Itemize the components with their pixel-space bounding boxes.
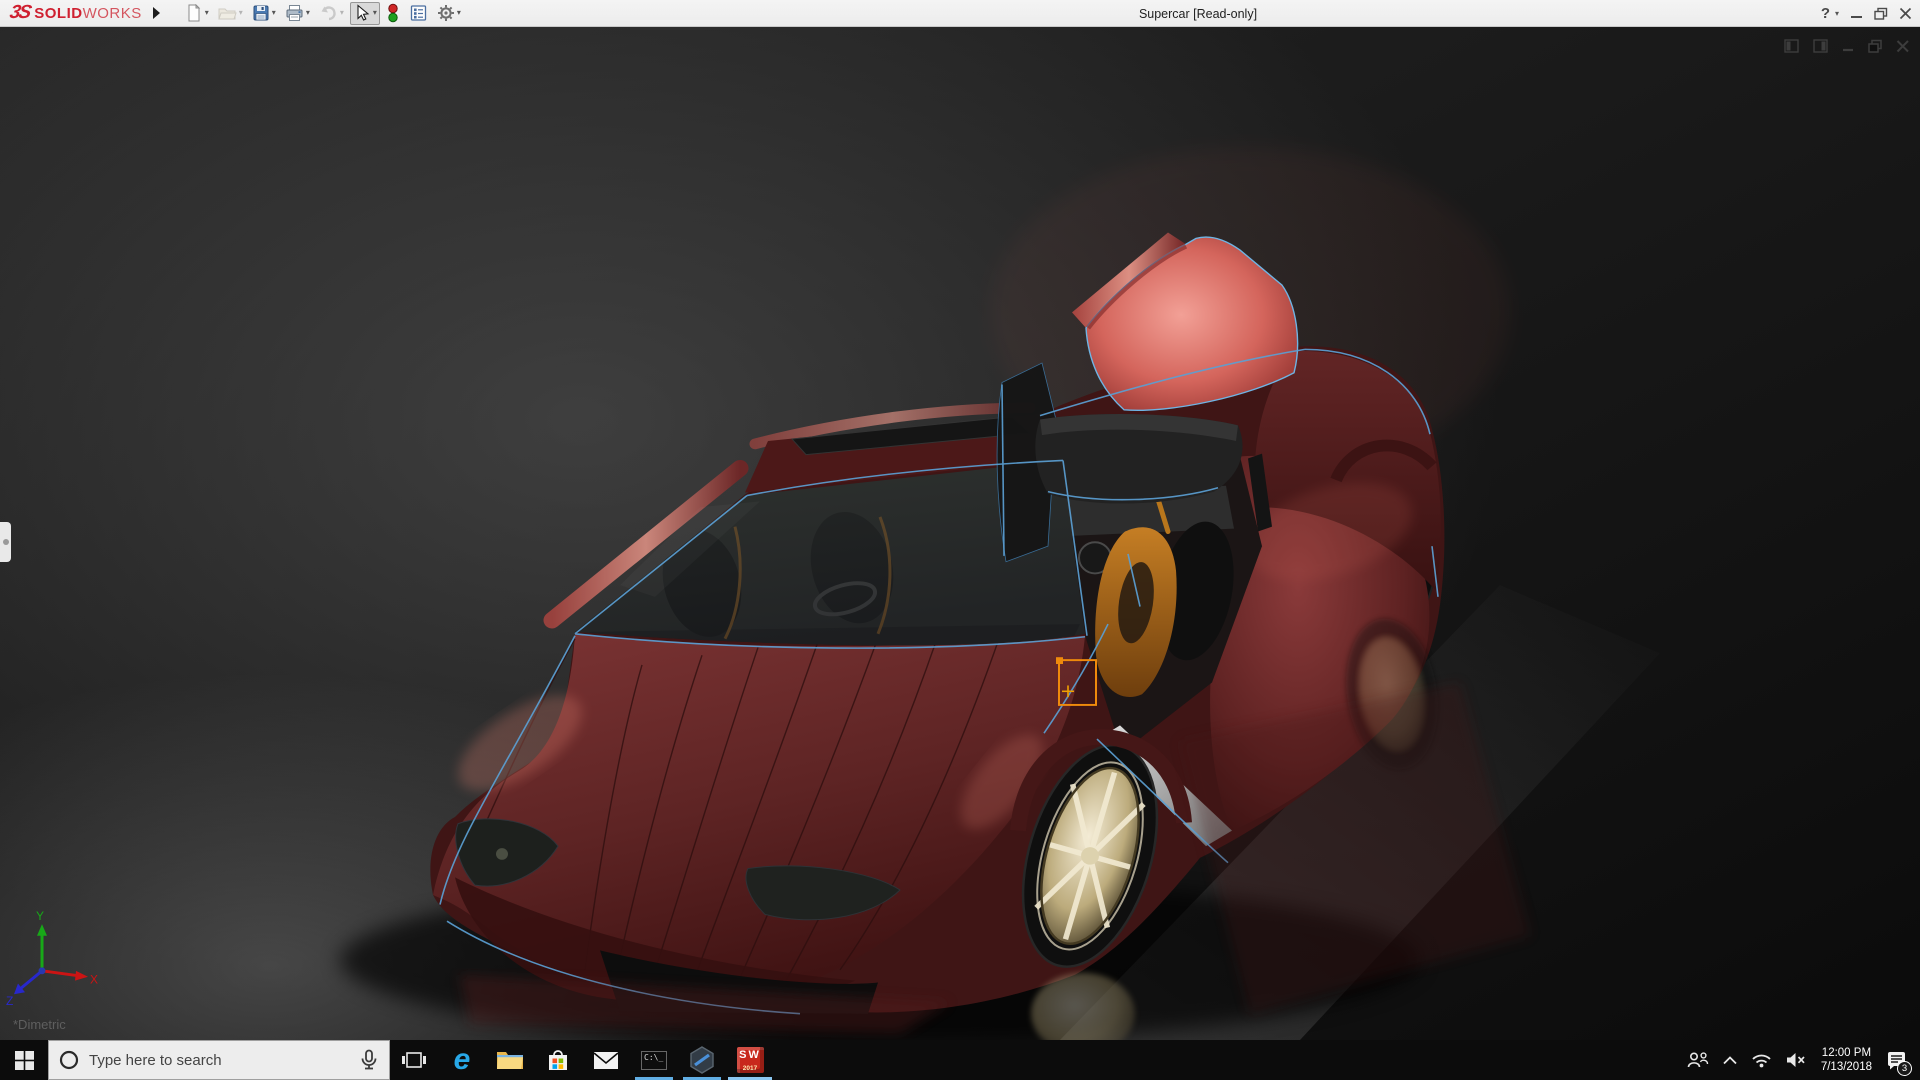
new-dropdown-caret[interactable]: ▾: [205, 9, 209, 17]
select-cursor-icon: [353, 4, 371, 22]
taskbar-edrawings[interactable]: [678, 1040, 726, 1080]
windows-logo-icon: [15, 1051, 34, 1070]
menu-expand-button[interactable]: [148, 4, 164, 22]
edge-icon: e: [454, 1045, 471, 1075]
action-center-button[interactable]: 3: [1880, 1040, 1914, 1080]
solidworks-2017-icon: SW 2017: [737, 1047, 764, 1073]
save-floppy-icon: [252, 4, 270, 22]
new-document-button[interactable]: ▾: [182, 2, 212, 25]
taskbar-solidworks-2017[interactable]: SW 2017: [726, 1040, 774, 1080]
document-close-icon[interactable]: [1896, 39, 1910, 54]
task-view-icon: [402, 1051, 426, 1069]
document-restore-icon[interactable]: [1868, 39, 1883, 54]
undo-dropdown-caret[interactable]: ▾: [340, 9, 344, 17]
undo-button[interactable]: ▾: [316, 2, 347, 25]
3d-model-supercar[interactable]: Y X Z: [0, 27, 1920, 1040]
volume-button[interactable]: [1779, 1040, 1813, 1080]
feature-manager-collapsed-tab[interactable]: [0, 522, 11, 562]
open-button[interactable]: ▾: [215, 2, 246, 25]
task-view-button[interactable]: [390, 1040, 438, 1080]
open-dropdown-caret[interactable]: ▾: [239, 9, 243, 17]
close-button[interactable]: [1899, 7, 1912, 20]
solidworks-logo-mark: 3S: [8, 2, 32, 24]
solidworks-icon-year: 2017: [737, 1065, 764, 1072]
system-tray: 12:00 PM 7/13/2018 3: [1680, 1040, 1920, 1080]
file-properties-icon: [409, 4, 428, 22]
people-button[interactable]: [1680, 1040, 1716, 1080]
restore-button[interactable]: [1874, 7, 1888, 20]
rebuild-traffic-light-icon: [386, 3, 400, 23]
titlebar: 3S SOLID WORKS ▾ ▾ ▾: [0, 0, 1920, 27]
menu-expand-icon: [151, 6, 161, 20]
search-input[interactable]: Type here to search: [48, 1040, 390, 1080]
select-dropdown-caret[interactable]: ▾: [373, 9, 377, 17]
tray-overflow-button[interactable]: [1716, 1040, 1744, 1080]
quick-access-toolbar: ▾ ▾ ▾ ▾: [182, 0, 464, 27]
speaker-muted-icon: [1786, 1052, 1806, 1068]
options-button[interactable]: ▾: [434, 2, 464, 25]
triad-z-label: Z: [6, 994, 13, 1008]
taskbar-command-prompt[interactable]: C:\_: [630, 1040, 678, 1080]
panel-tab-dot-icon: [3, 539, 9, 545]
mail-icon: [593, 1051, 619, 1070]
triad-x-label: X: [90, 973, 98, 987]
options-dropdown-caret[interactable]: ▾: [457, 9, 461, 17]
notification-badge: 3: [1897, 1061, 1912, 1076]
solidworks-logo: 3S SOLID WORKS: [0, 2, 148, 24]
file-properties-button[interactable]: [406, 2, 431, 25]
rebuild-button[interactable]: [383, 2, 403, 25]
clock-date: 7/13/2018: [1821, 1060, 1872, 1074]
edrawings-hexagon-icon: [688, 1046, 716, 1074]
taskbar-edge[interactable]: e: [438, 1040, 486, 1080]
microphone-icon[interactable]: [359, 1049, 379, 1071]
window-title: Supercar [Read-only]: [1139, 0, 1257, 27]
titlebar-controls: ? ▾: [1821, 0, 1912, 27]
taskbar-mail[interactable]: [582, 1040, 630, 1080]
help-dropdown-caret[interactable]: ▾: [1835, 9, 1839, 18]
print-dropdown-caret[interactable]: ▾: [306, 9, 310, 17]
solidworks-icon-letters: SW: [737, 1049, 764, 1061]
wifi-icon: [1751, 1052, 1772, 1068]
taskbar-file-explorer[interactable]: [486, 1040, 534, 1080]
search-placeholder: Type here to search: [89, 1052, 349, 1069]
minimize-button[interactable]: [1850, 8, 1863, 20]
feature-pane-toggle-icon[interactable]: [1784, 39, 1800, 54]
file-explorer-icon: [496, 1049, 524, 1071]
solidworks-logo-light: WORKS: [83, 5, 142, 22]
undo-icon: [319, 4, 338, 22]
cortana-icon: [59, 1050, 79, 1070]
taskbar: Type here to search e: [0, 1040, 1920, 1080]
new-document-icon: [185, 4, 203, 22]
document-window-controls: [1784, 39, 1910, 54]
taskbar-clock[interactable]: 12:00 PM 7/13/2018: [1813, 1046, 1880, 1074]
help-button[interactable]: ?: [1821, 5, 1830, 22]
print-button[interactable]: ▾: [282, 2, 313, 25]
start-button[interactable]: [0, 1040, 48, 1080]
command-prompt-icon: C:\_: [641, 1051, 667, 1070]
triad-y-label: Y: [36, 909, 44, 923]
save-dropdown-caret[interactable]: ▾: [272, 9, 276, 17]
chevron-up-icon: [1723, 1056, 1737, 1065]
save-button[interactable]: ▾: [249, 2, 279, 25]
store-icon: [546, 1048, 570, 1072]
people-icon: [1687, 1051, 1709, 1069]
clock-time: 12:00 PM: [1821, 1046, 1872, 1060]
open-folder-icon: [218, 4, 237, 22]
view-orientation-label: *Dimetric: [13, 1017, 66, 1032]
network-button[interactable]: [1744, 1040, 1779, 1080]
solidworks-logo-bold: SOLID: [34, 5, 82, 22]
display-pane-toggle-icon[interactable]: [1813, 39, 1829, 54]
document-minimize-icon[interactable]: [1842, 39, 1855, 54]
taskbar-store[interactable]: [534, 1040, 582, 1080]
print-icon: [285, 4, 304, 22]
graphics-viewport[interactable]: Y X Z *Dimetric: [0, 27, 1920, 1040]
select-button[interactable]: ▾: [350, 2, 380, 25]
options-gear-icon: [437, 4, 455, 22]
